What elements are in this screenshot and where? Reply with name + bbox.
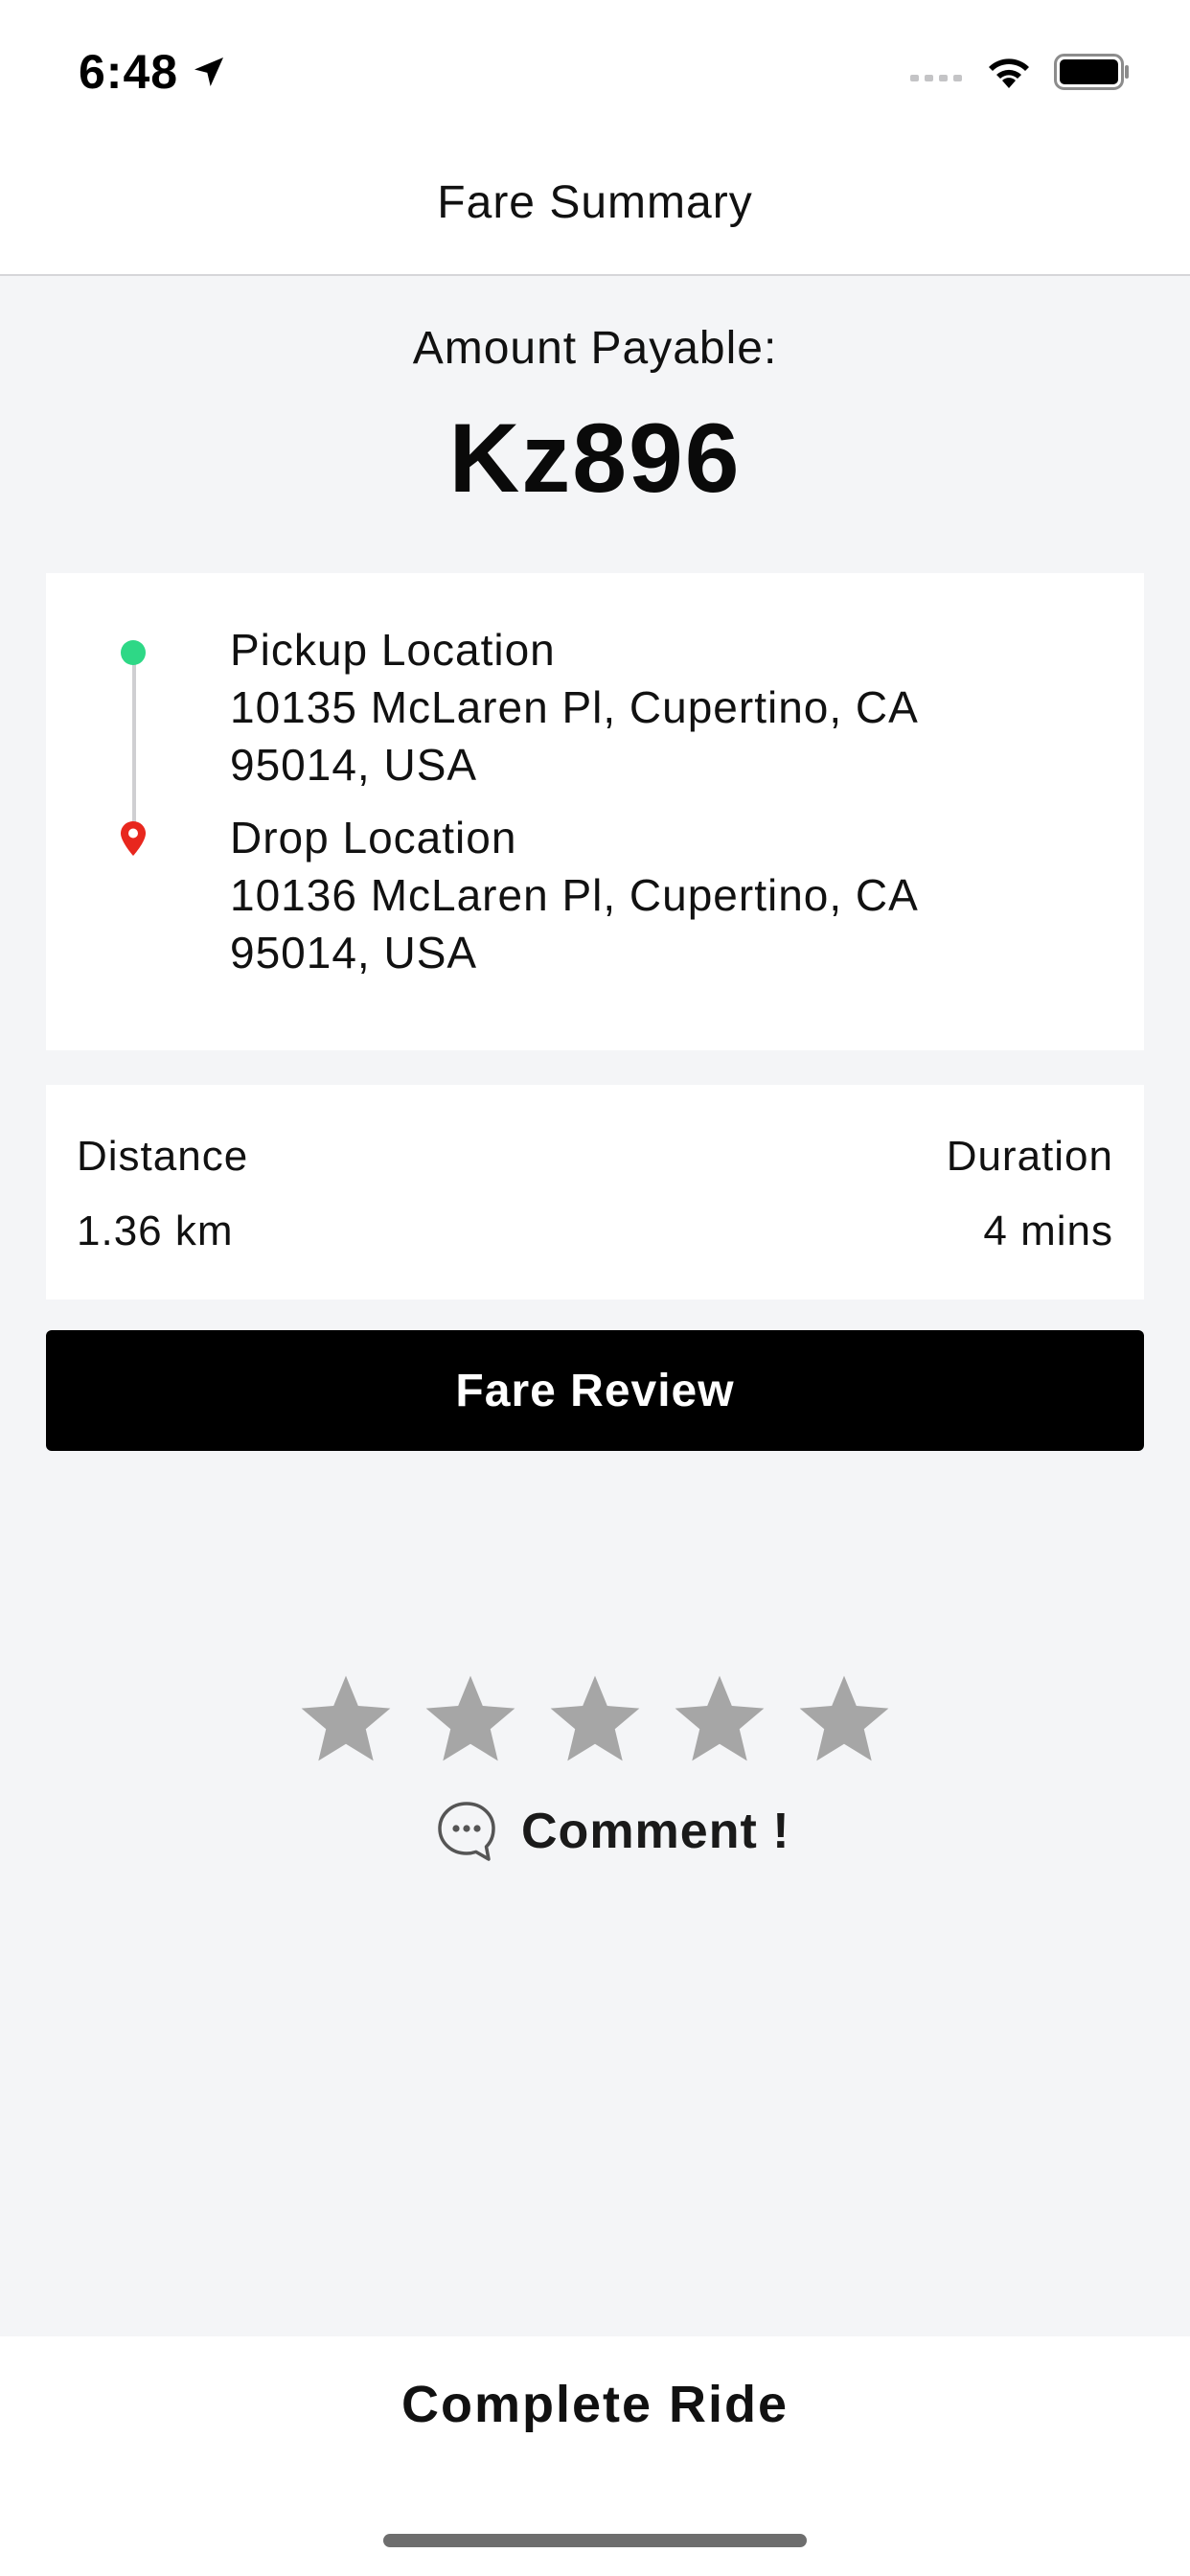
- pickup-address-line2: 95014, USA: [230, 740, 478, 790]
- pickup-dot-icon: [121, 640, 146, 665]
- pickup-location: Pickup Location 10135 McLaren Pl, Cupert…: [230, 621, 1092, 794]
- star-rating: [295, 1669, 895, 1771]
- star-icon[interactable]: [420, 1669, 521, 1771]
- pickup-location-title: Pickup Location: [230, 625, 556, 675]
- amount-payable-label: Amount Payable:: [412, 323, 778, 374]
- complete-ride-button[interactable]: Complete Ride: [0, 2336, 1190, 2472]
- map-pin-icon: [121, 821, 146, 856]
- status-time-text: 6:48: [79, 45, 179, 99]
- page-title: Fare Summary: [437, 176, 753, 228]
- distance-value: 1.36 km: [77, 1208, 234, 1254]
- fare-review-button[interactable]: Fare Review: [46, 1330, 1144, 1451]
- status-bar: 6:48: [0, 0, 1190, 144]
- trip-stats-card: Distance 1.36 km Duration 4 mins: [46, 1085, 1144, 1300]
- battery-icon: [1054, 54, 1129, 90]
- nav-bar: Fare Summary: [0, 144, 1190, 276]
- comment-label: Comment !: [521, 1804, 790, 1859]
- star-icon[interactable]: [669, 1669, 770, 1771]
- star-icon[interactable]: [544, 1669, 646, 1771]
- location-arrow-icon: [195, 58, 224, 86]
- status-icons: [910, 54, 1131, 90]
- route-connector-line: [132, 652, 136, 832]
- drop-location: Drop Location 10136 McLaren Pl, Cupertin…: [230, 809, 1092, 981]
- comment-button[interactable]: Comment !: [435, 1800, 790, 1863]
- route-card: Pickup Location 10135 McLaren Pl, Cupert…: [46, 573, 1144, 1050]
- drop-address-line2: 95014, USA: [230, 928, 478, 978]
- duration-label: Duration: [946, 1133, 1113, 1180]
- star-icon[interactable]: [295, 1669, 397, 1771]
- duration-value: 4 mins: [983, 1208, 1113, 1254]
- drop-location-title: Drop Location: [230, 813, 517, 862]
- distance-label: Distance: [77, 1133, 249, 1180]
- pickup-address-line1: 10135 McLaren Pl, Cupertino, CA: [230, 682, 919, 732]
- home-indicator[interactable]: [383, 2534, 807, 2547]
- drop-address-line1: 10136 McLaren Pl, Cupertino, CA: [230, 870, 919, 920]
- amount-payable-value: Kz896: [448, 403, 742, 513]
- star-icon[interactable]: [793, 1669, 895, 1771]
- wifi-icon: [989, 58, 1029, 88]
- status-time: 6:48: [79, 44, 228, 100]
- chat-bubble-icon: [438, 1802, 495, 1861]
- cellular-signal-icon: [910, 75, 962, 81]
